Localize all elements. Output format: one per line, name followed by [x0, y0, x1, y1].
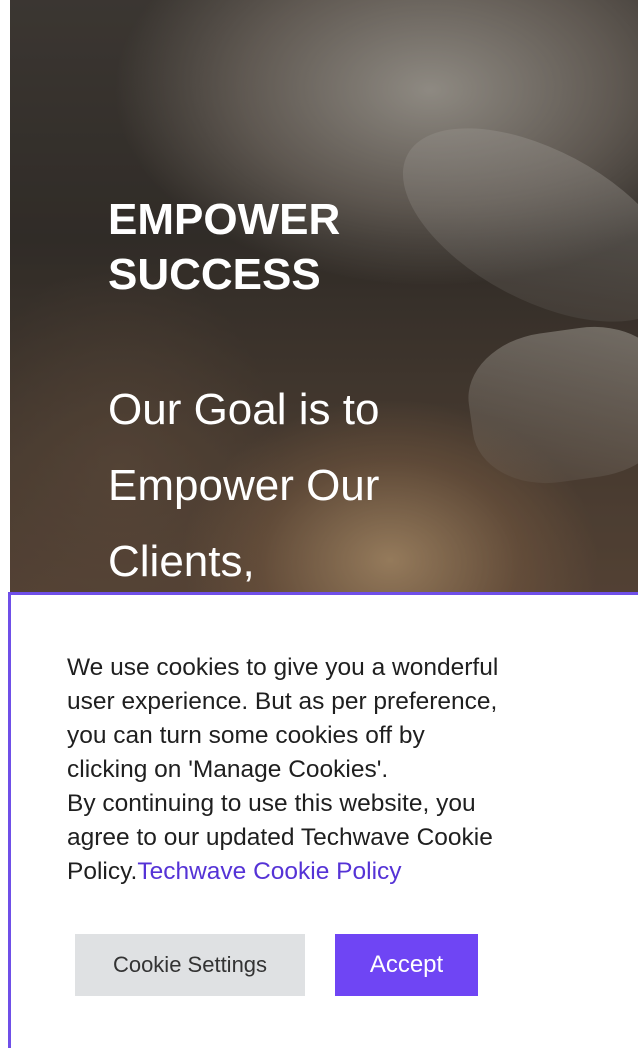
cookie-banner: We use cookies to give you a wonderful u… [8, 592, 638, 1048]
cookie-message-prefix: Policy. [67, 858, 138, 885]
cookie-settings-button[interactable]: Cookie Settings [75, 934, 305, 996]
hero-banner: EMPOWER SUCCESS Our Goal is to Empower O… [10, 0, 638, 600]
cookie-message-last-line: Policy.Techwave Cookie Policy [67, 855, 587, 889]
cookie-policy-link[interactable]: Techwave Cookie Policy [137, 858, 401, 885]
accept-button[interactable]: Accept [335, 934, 478, 996]
cookie-message-line: you can turn some cookies off by [67, 722, 425, 749]
cookie-message: We use cookies to give you a wonderful u… [67, 651, 587, 889]
cookie-message-line: user experience. But as per preference, [67, 688, 498, 715]
cookie-message-line: agree to our updated Techwave Cookie [67, 824, 493, 851]
hero-eyebrow: EMPOWER SUCCESS [108, 195, 341, 299]
cookie-message-line: clicking on 'Manage Cookies'. [67, 756, 389, 783]
cookie-message-line: We use cookies to give you a wonderful [67, 654, 499, 681]
page: EMPOWER SUCCESS Our Goal is to Empower O… [0, 0, 638, 1048]
hero-headline: Our Goal is to Empower Our Clients, [108, 385, 380, 586]
cookie-message-line: By continuing to use this website, you [67, 790, 476, 817]
